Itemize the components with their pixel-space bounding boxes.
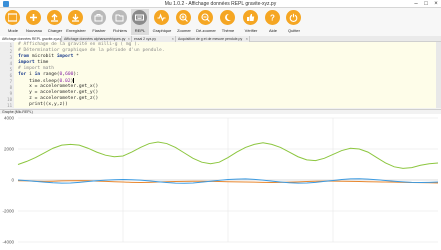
y-tick-label: 2000 [4,147,15,152]
line-number: 6 [9,72,12,78]
question-icon: ? [265,10,280,25]
graph-icon [154,10,169,25]
mode-icon [5,10,20,25]
thumbs-up-icon [243,10,258,25]
plotter-chart: 4000 2000 0 -2000 -4000 [2,116,439,245]
line-number: 4 [9,60,12,66]
repl-button[interactable]: REPL [131,9,149,35]
plotter-button[interactable]: Graphique [153,9,171,35]
flash-button[interactable]: Flasher [90,9,108,35]
mu-editor-window: Mu 1.0.2 - Affichage données REPL gravit… [0,0,441,250]
y-tick-label: -2000 [2,209,14,214]
upload-icon [47,10,62,25]
tab-label: essai 2 xyz.py [134,37,156,41]
line-number: 11 [7,102,12,108]
help-button[interactable]: ? Aide [264,9,282,35]
line-number: 5 [9,66,12,72]
flash-icon [91,10,106,25]
line-number: 1 [9,42,12,48]
zoom-in-button[interactable]: Zoomer [175,9,193,35]
plotter-pane: 4000 2000 0 -2000 -4000 [0,114,441,250]
editor-scrollbar[interactable] [436,42,441,108]
tab-label: Affichage données REPL gravite-xyz.py [2,37,62,41]
line-number: 2 [9,48,12,54]
window-title: Mu 1.0.2 - Affichage données REPL gravit… [164,1,277,7]
mode-button[interactable]: Mode [4,9,22,35]
keyboard-icon [132,10,147,25]
title-bar: Mu 1.0.2 - Affichage données REPL gravit… [0,0,441,8]
line-number-gutter: 1 2 3 4 5 6 7 8 9 10 11 [0,42,14,108]
text-cursor [73,78,74,83]
download-icon [68,10,83,25]
line-number: 7 [9,78,12,84]
code-editor[interactable]: 1 2 3 4 5 6 7 8 9 10 11 # Affichage de la gravité … [0,42,441,108]
new-button[interactable]: Nouveau [25,9,43,35]
quit-label: Quitter [287,28,300,33]
files-icon [112,10,127,25]
check-button[interactable]: Vérifier [242,9,260,35]
maximize-button[interactable]: □ [421,0,431,8]
line-number: 8 [9,84,12,90]
load-button[interactable]: Charger [46,9,64,35]
close-window-button[interactable]: × [431,0,441,8]
line-number: 10 [7,96,12,102]
toolbar: Mode Nouveau Charger Enregistrer Flasher Fich… [0,8,441,36]
tab-label: Acquisition de g et de mesure pendule.py [178,37,243,41]
line-number: 3 [9,54,12,60]
zoom-out-button[interactable]: Dé-zoomer [196,9,216,35]
line-number: 9 [9,90,12,96]
svg-text:?: ? [270,14,275,22]
minimize-button[interactable]: – [411,0,421,8]
power-icon [286,10,301,25]
y-tick-label: -4000 [2,240,14,245]
tab-label: Affichage données alphanumériques.py [64,37,126,41]
moon-icon [220,10,235,25]
zoom-in-icon [176,10,191,25]
code-line: print((x,y,z)) [18,102,68,107]
save-button[interactable]: Enregistrer [66,9,86,35]
plus-icon [26,10,41,25]
zoom-out-icon [198,10,213,25]
quit-button[interactable]: Quitter [285,9,303,35]
theme-button[interactable]: Thème [219,9,237,35]
y-tick-label: 4000 [4,116,15,121]
y-tick-label: 0 [11,178,14,183]
